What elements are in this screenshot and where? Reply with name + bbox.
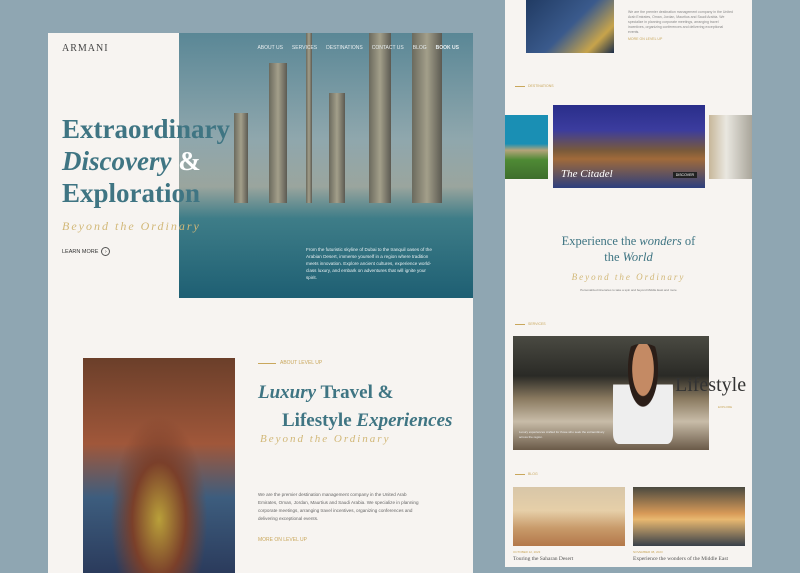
title-text: Travel & — [316, 382, 394, 403]
about-image — [83, 358, 235, 573]
hero-text: From the futuristic skyline of Dubai to … — [306, 247, 432, 280]
hero-title-amp: & — [171, 146, 201, 176]
heading-italic: wonders — [639, 234, 682, 248]
blog-post-date: NOVEMBER 08, 2023 — [633, 550, 663, 554]
nav-services[interactable]: SERVICES — [292, 45, 317, 51]
hero-title-line: Extraordinary — [62, 114, 230, 144]
about-label: ABOUT LEVEL UP — [258, 360, 322, 366]
hero-title-italic: Discovery — [62, 146, 172, 176]
carousel-prev-image[interactable] — [505, 115, 548, 179]
section-label: BLOG — [528, 472, 538, 476]
nav-blog[interactable]: BLOG — [413, 45, 427, 51]
main-nav: ABOUT US SERVICES DESTINATIONS CONTACT U… — [257, 45, 459, 51]
title-text: Lifestyle — [282, 410, 357, 431]
experience-tagline: Beyond the Ordinary — [571, 272, 686, 282]
title-italic: Experiences — [356, 410, 453, 431]
services-label: SERVICES — [515, 322, 546, 326]
blog-post-date: OCTOBER 12, 2023 — [513, 550, 541, 554]
section-label: SERVICES — [528, 322, 546, 326]
about-label-text: ABOUT LEVEL UP — [280, 360, 323, 366]
section-label: DESTINATIONS — [528, 84, 554, 88]
event-image — [526, 0, 614, 53]
lifestyle-title: Lifestyle — [675, 374, 747, 396]
nav-destinations[interactable]: DESTINATIONS — [326, 45, 363, 51]
heading-text: Experience the — [561, 234, 640, 248]
book-us-button[interactable]: BOOK US — [436, 45, 459, 51]
intro-text: We are the premier destination managemen… — [628, 10, 733, 34]
hero-title-line: Exploration — [62, 178, 201, 208]
nav-about[interactable]: ABOUT US — [257, 45, 282, 51]
experience-heading: Experience the wonders of the World — [505, 233, 752, 265]
nav-contact[interactable]: CONTACT US — [372, 45, 404, 51]
more-on-level-up-link[interactable]: MORE ON LEVEL UP — [258, 537, 307, 543]
arrow-right-icon: › — [101, 247, 111, 256]
heading-text: of — [681, 234, 696, 248]
hero-title-line: Discovery & — [62, 145, 230, 177]
carousel-next-image[interactable] — [709, 115, 752, 179]
lifestyle-explore-link[interactable]: EXPLORE — [718, 405, 732, 409]
title-italic: Luxury — [258, 382, 317, 403]
more-link[interactable]: MORE ON LEVEL UP — [628, 37, 662, 41]
blog-post-title[interactable]: Touring the Saharan Desert — [513, 556, 573, 562]
blog-label: BLOG — [515, 472, 538, 476]
blog-post-image[interactable] — [513, 487, 625, 546]
discover-button[interactable]: DISCOVER — [672, 172, 697, 178]
carousel-title: The Citadel — [561, 168, 613, 180]
about-tagline: Beyond the Ordinary — [260, 433, 391, 445]
hero-tagline: Beyond the Ordinary — [62, 219, 201, 233]
experience-subtext: Personalized itineraries to take a spin … — [580, 288, 677, 292]
hero-title: Extraordinary Discovery & Exploration — [62, 113, 230, 209]
page-continuation-card: We are the premier destination managemen… — [505, 0, 752, 567]
learn-more-link[interactable]: LEARN MORE › — [62, 247, 111, 256]
about-title: Luxury Travel & Lifestyle Experiences — [258, 379, 452, 435]
blog-post-image[interactable] — [633, 487, 745, 546]
heading-italic: World — [622, 250, 653, 264]
about-text: We are the premier destination managemen… — [258, 492, 419, 521]
carousel-main-image[interactable]: The Citadel DISCOVER — [553, 105, 705, 188]
logo[interactable]: ARMANI — [62, 43, 109, 54]
homepage-card: ARMANI ABOUT US SERVICES DESTINATIONS CO… — [48, 33, 473, 573]
blog-post-title[interactable]: Experience the wonders of the Middle Eas… — [633, 556, 728, 562]
heading-text: the — [604, 250, 623, 264]
learn-more-label: LEARN MORE — [62, 248, 99, 255]
lifestyle-text: Luxury experiences crafted for those who… — [519, 430, 605, 439]
destinations-label: DESTINATIONS — [515, 84, 554, 88]
